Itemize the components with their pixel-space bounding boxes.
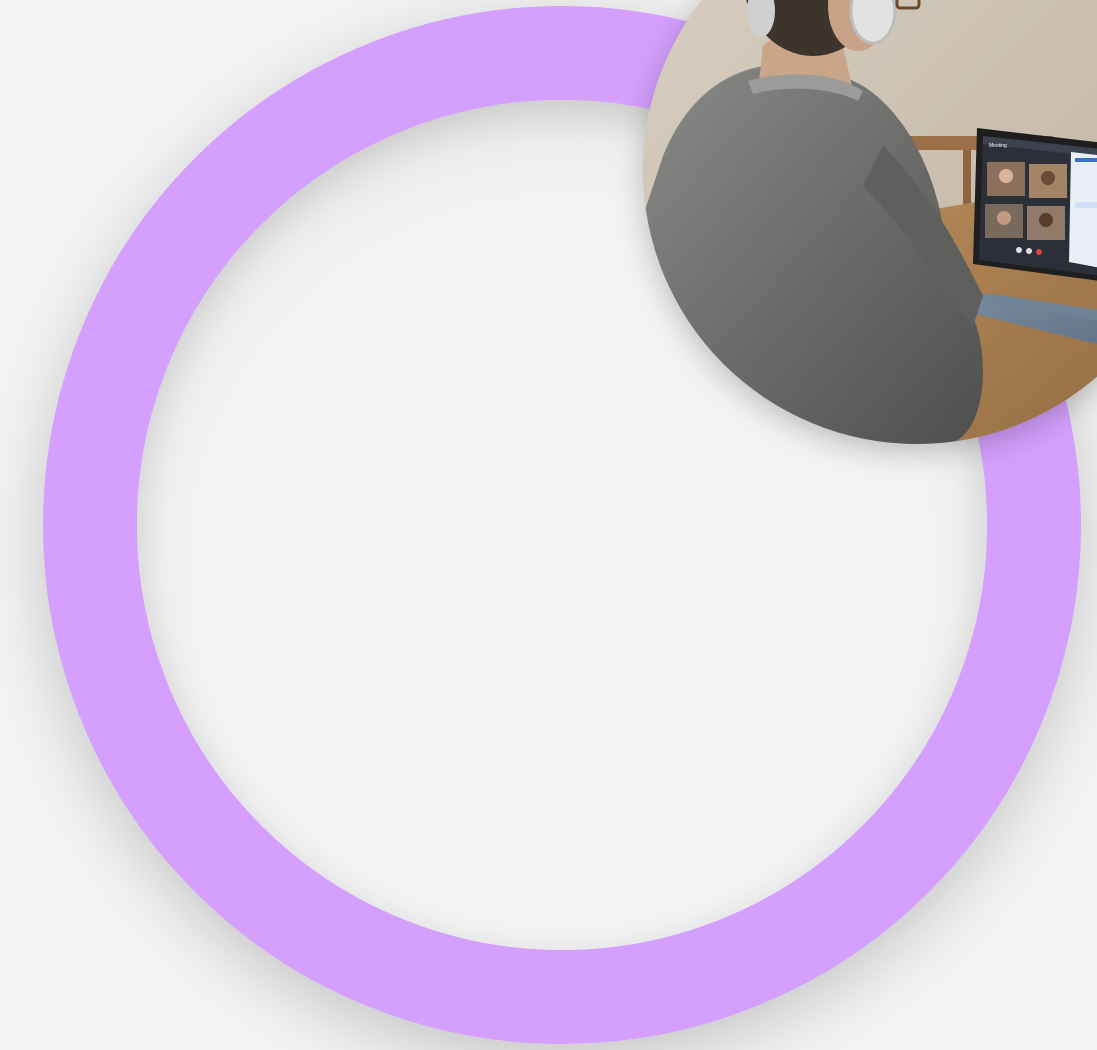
hero-stage: Meeting: [0, 0, 1097, 1050]
call-title-text: Meeting: [989, 143, 1007, 149]
calendar-panel: [1069, 152, 1097, 268]
